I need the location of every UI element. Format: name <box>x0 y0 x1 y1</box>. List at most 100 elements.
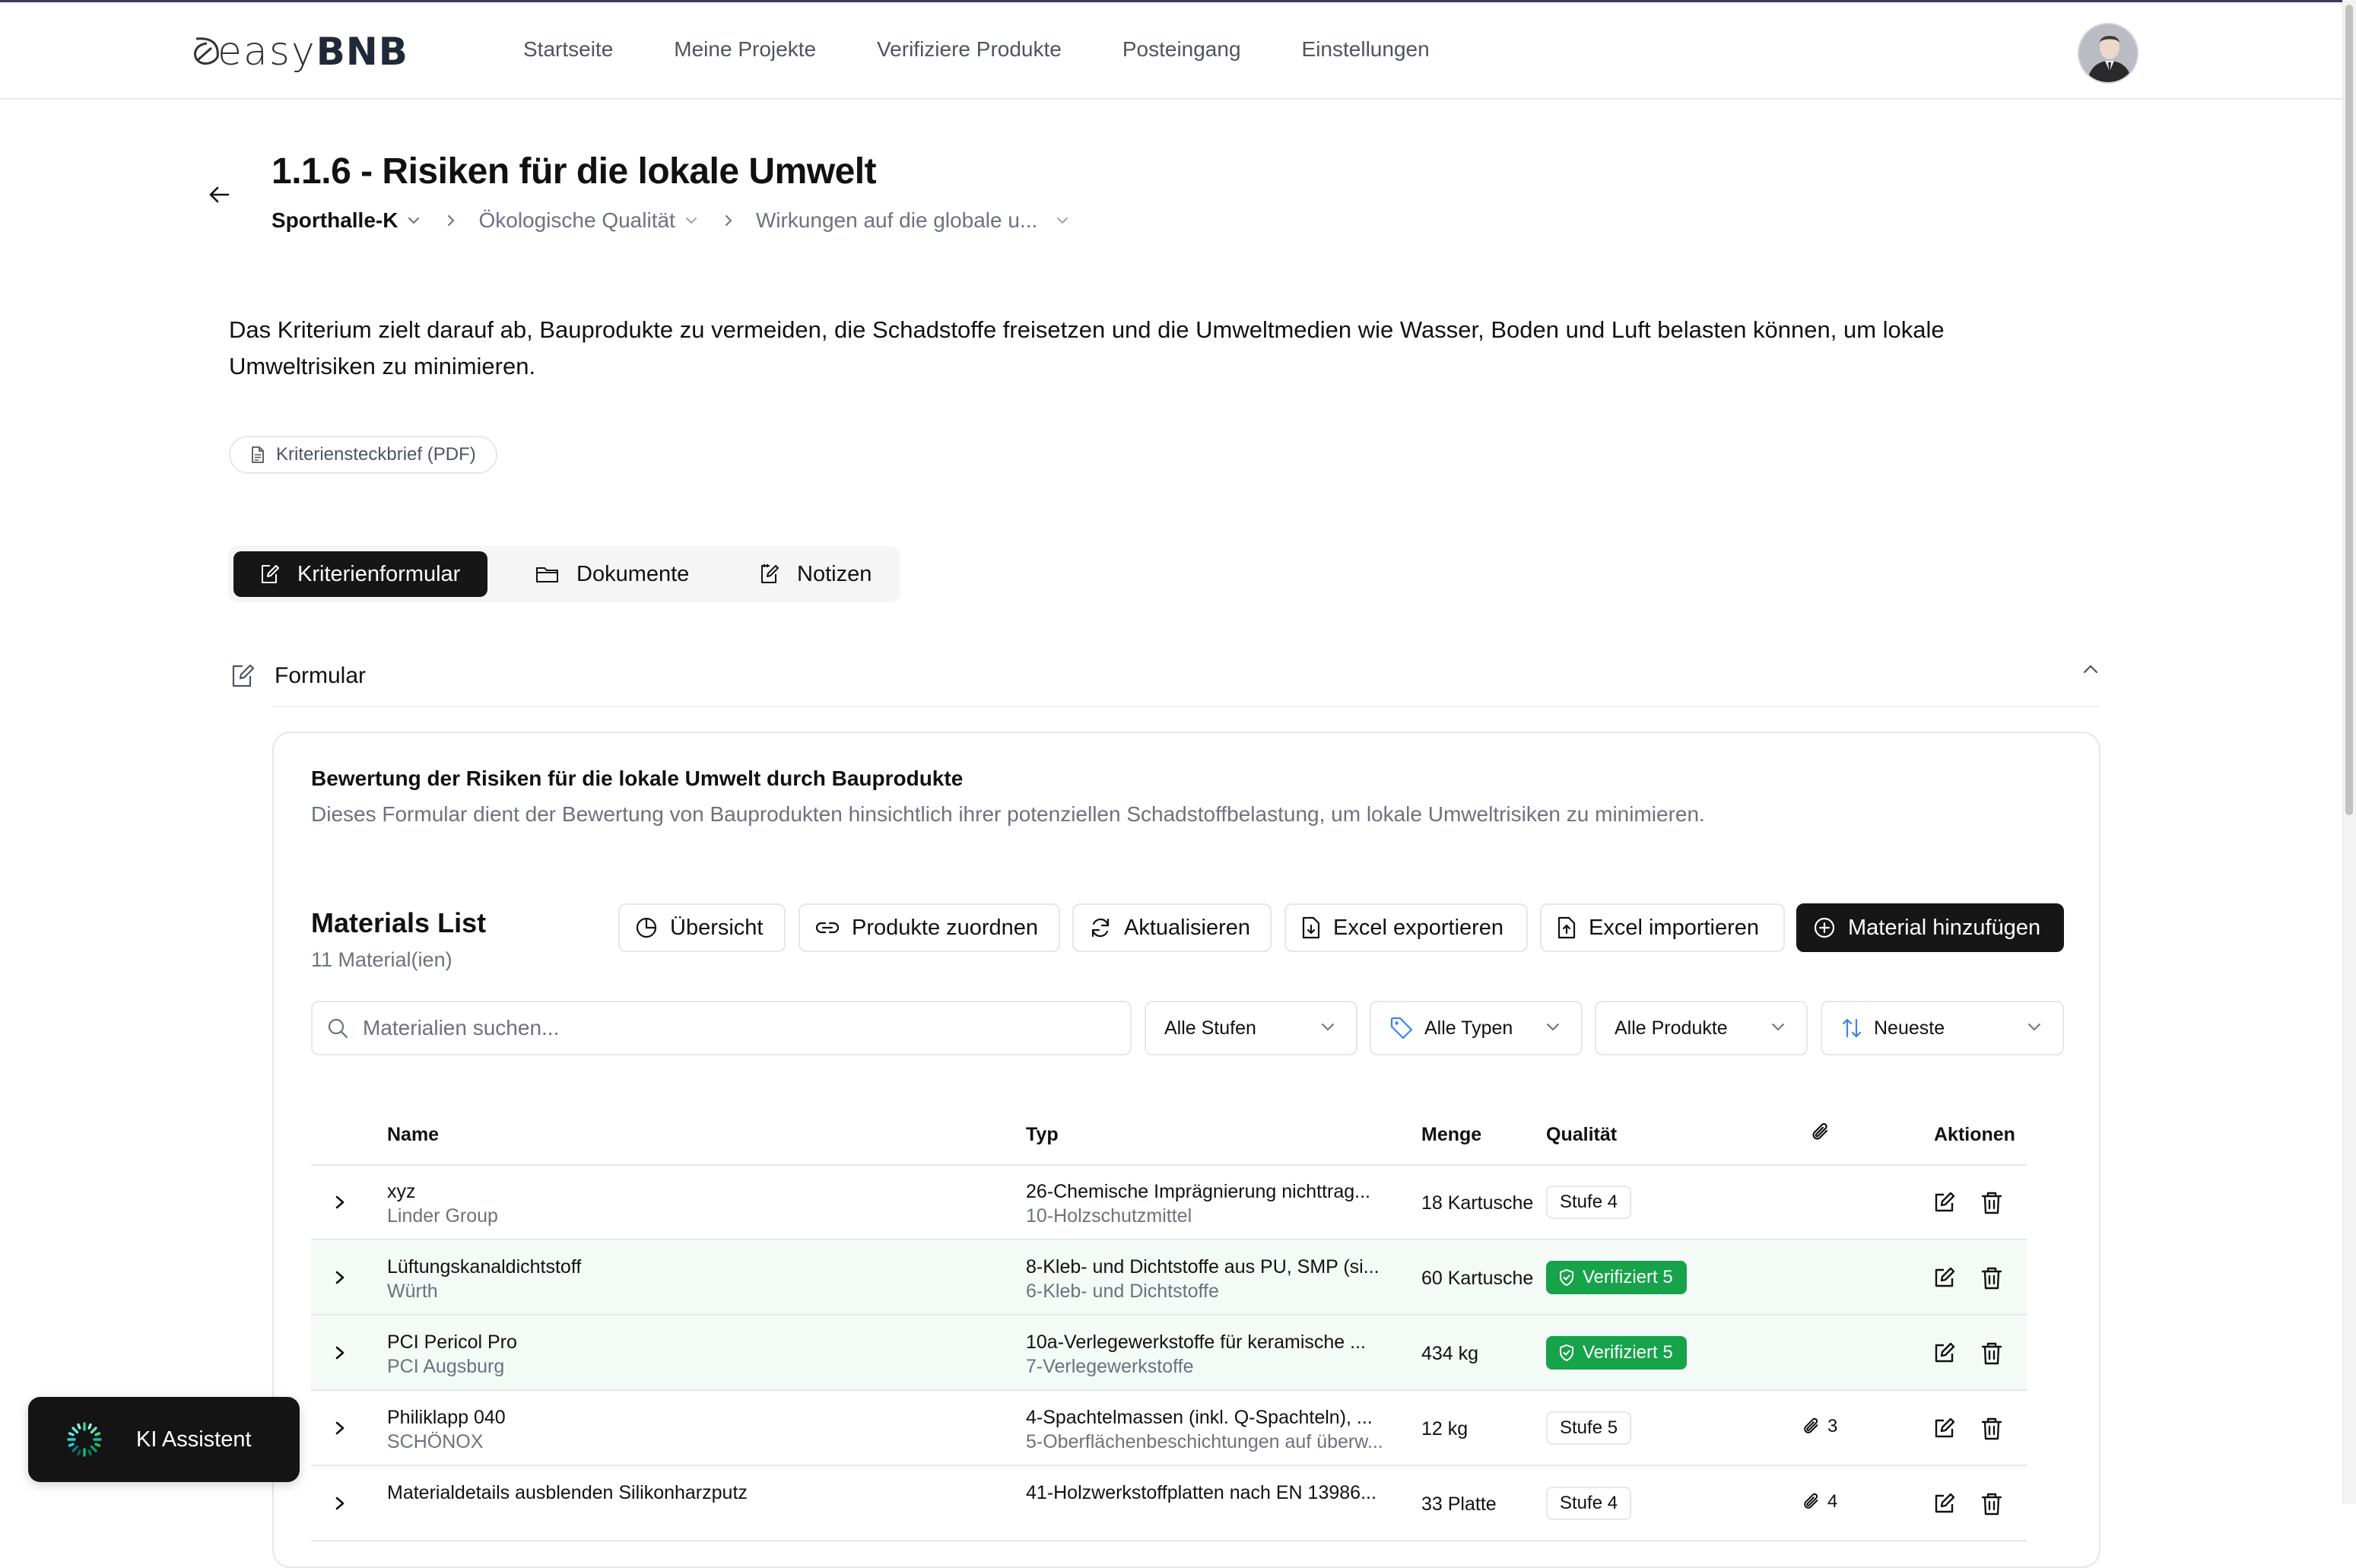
breadcrumb-separator <box>724 214 733 227</box>
table-row[interactable]: Lüftungskanaldichtstoff Würth 8-Kleb- und … <box>311 1241 2027 1316</box>
column-aktionen: Aktionen <box>1934 1124 2015 1145</box>
excel-export-button[interactable]: Excel exportieren <box>1284 903 1528 952</box>
material-manufacturer: Linder Group <box>387 1205 498 1227</box>
nav-startseite[interactable]: Startseite <box>523 37 613 62</box>
filter-products-select[interactable]: Alle Produkte <box>1595 1001 1808 1055</box>
paperclip-icon <box>1812 1122 1828 1140</box>
material-type: 4-Spachtelmassen (inkl. Q-Spachteln), ..… <box>1026 1407 1373 1428</box>
delete-material-button[interactable] <box>1980 1190 2004 1220</box>
breadcrumb-separator <box>446 214 456 227</box>
tab-kriterienformular[interactable]: Kriterienformular <box>233 551 488 597</box>
edit-icon <box>1935 1417 1955 1438</box>
criterion-pdf-link[interactable]: Kriteriensteckbrief (PDF) <box>229 436 497 474</box>
overview-button[interactable]: Übersicht <box>618 903 786 952</box>
chevron-down-icon <box>1322 1024 1334 1031</box>
sort-select[interactable]: Neueste <box>1821 1001 2064 1055</box>
chevron-down-icon <box>685 217 697 224</box>
column-typ[interactable]: Typ <box>1026 1124 1059 1146</box>
user-avatar[interactable] <box>2078 23 2138 84</box>
trash-icon <box>1981 1267 2002 1290</box>
nav-meine-projekte[interactable]: Meine Projekte <box>674 37 816 62</box>
table-row[interactable]: xyz Linder Group 26-Chemische Imprägnierun… <box>311 1166 2027 1240</box>
attachments-count[interactable]: 4 <box>1802 1491 1837 1512</box>
expand-row-button[interactable] <box>332 1492 348 1519</box>
material-name: Philiklapp 040 <box>387 1407 506 1428</box>
nav-verifiziere-produkte[interactable]: Verifiziere Produkte <box>877 37 1062 62</box>
column-qualitaet[interactable]: Qualität <box>1546 1124 1617 1146</box>
chevron-right-icon <box>335 1271 345 1284</box>
quality-label: Verifiziert 5 <box>1583 1267 1673 1287</box>
material-quantity: 60 Kartusche <box>1421 1268 1534 1289</box>
expand-row-button[interactable] <box>332 1191 348 1217</box>
table-row[interactable]: Philiklapp 040 SCHÖNOX 4-Spachtelmassen (i… <box>311 1392 2027 1466</box>
quality-badge: Stufe 4 <box>1546 1487 1632 1520</box>
breadcrumb-subcategory[interactable]: Wirkungen auf die globale u... <box>756 208 1069 233</box>
materials-search[interactable] <box>311 1001 1132 1055</box>
edit-material-button[interactable] <box>1931 1491 1957 1521</box>
quality-label: Verifiziert 5 <box>1583 1342 1673 1363</box>
assign-products-button[interactable]: Produkte zuordnen <box>799 903 1060 952</box>
excel-import-button[interactable]: Excel importieren <box>1540 903 1785 952</box>
edit-material-button[interactable] <box>1931 1341 1957 1370</box>
breadcrumb-label: Ökologische Qualität <box>478 208 675 232</box>
material-type-group: 5-Oberflächenbeschichtungen auf überw... <box>1026 1431 1383 1452</box>
paperclip-icon <box>1804 1417 1818 1433</box>
page-scrollbar-thumb[interactable] <box>2345 5 2353 815</box>
chevron-down-icon <box>2028 1024 2040 1031</box>
back-button[interactable] <box>205 181 233 208</box>
breadcrumb-project[interactable]: Sporthalle-K <box>271 208 421 233</box>
delete-material-button[interactable] <box>1980 1265 2004 1295</box>
formular-section-header[interactable]: Formular <box>229 657 2100 695</box>
attachments-count[interactable]: 3 <box>1802 1416 1837 1437</box>
expand-row-button[interactable] <box>332 1417 348 1443</box>
file-download-icon <box>1302 916 1320 939</box>
chevron-down-icon <box>408 217 420 224</box>
delete-material-button[interactable] <box>1980 1416 2004 1446</box>
edit-material-button[interactable] <box>1931 1416 1957 1446</box>
table-row[interactable]: Materialdetails ausblenden Silikonharzpu… <box>311 1467 2027 1541</box>
material-quantity: 434 kg <box>1421 1343 1479 1364</box>
column-menge[interactable]: Menge <box>1421 1124 1481 1146</box>
top-navigation-bar: easy BNB Startseite Meine Projekte Verif… <box>0 2 2342 100</box>
ki-assistant-button[interactable]: KI Assistent <box>28 1397 300 1482</box>
materials-list-title: Materials List <box>311 907 487 938</box>
quality-label: Stufe 5 <box>1560 1417 1618 1438</box>
tab-notizen[interactable]: Notizen <box>757 551 872 597</box>
nav-einstellungen[interactable]: Einstellungen <box>1302 37 1430 62</box>
refresh-button[interactable]: Aktualisieren <box>1072 903 1272 952</box>
expand-row-button[interactable] <box>332 1341 348 1368</box>
quality-badge-verified: Verifiziert 5 <box>1546 1261 1687 1294</box>
expand-row-button[interactable] <box>332 1266 348 1293</box>
logo-text-light: easy <box>218 29 316 75</box>
edit-material-button[interactable] <box>1931 1190 1957 1220</box>
column-name[interactable]: Name <box>387 1124 439 1146</box>
breadcrumb-category[interactable]: Ökologische Qualität <box>478 208 697 233</box>
add-material-button[interactable]: Material hinzufügen <box>1796 903 2064 952</box>
chevron-right-icon <box>335 1421 345 1435</box>
shield-check-icon <box>1560 1268 1573 1287</box>
material-name: Materialdetails ausblenden Silikonharzpu… <box>387 1482 748 1503</box>
nav-posteingang[interactable]: Posteingang <box>1122 37 1241 62</box>
material-type: 10a-Verlegewerkstoffe für keramische ... <box>1026 1332 1366 1353</box>
edit-material-button[interactable] <box>1931 1265 1957 1295</box>
material-quantity: 33 Platte <box>1421 1493 1497 1515</box>
material-name: xyz <box>387 1181 416 1202</box>
trash-icon <box>1981 1493 2002 1516</box>
chevron-right-icon <box>448 215 455 226</box>
filter-types-select[interactable]: Alle Typen <box>1370 1001 1583 1055</box>
section-divider <box>272 706 2100 707</box>
table-row[interactable]: PCI Pericol Pro PCI Augsburg 10a-Verlegewe… <box>311 1316 2027 1391</box>
delete-material-button[interactable] <box>1980 1341 2004 1370</box>
tab-dokumente[interactable]: Dokumente <box>535 551 689 597</box>
form-title: Bewertung der Risiken für die lokale Umw… <box>311 767 964 790</box>
overview-button-label: Übersicht <box>670 915 764 940</box>
page-title: 1.1.6 - Risiken für die lokale Umwelt <box>271 151 877 192</box>
filter-levels-select[interactable]: Alle Stufen <box>1145 1001 1357 1055</box>
pie-chart-icon <box>636 917 657 938</box>
chevron-up-icon[interactable] <box>2081 663 2100 675</box>
tab-label: Kriterienformular <box>297 561 461 586</box>
brand-logo[interactable]: easy BNB <box>192 29 408 75</box>
filter-products-value: Alle Produkte <box>1615 1017 1728 1039</box>
delete-material-button[interactable] <box>1980 1491 2004 1521</box>
materials-search-input[interactable] <box>361 1015 1091 1041</box>
